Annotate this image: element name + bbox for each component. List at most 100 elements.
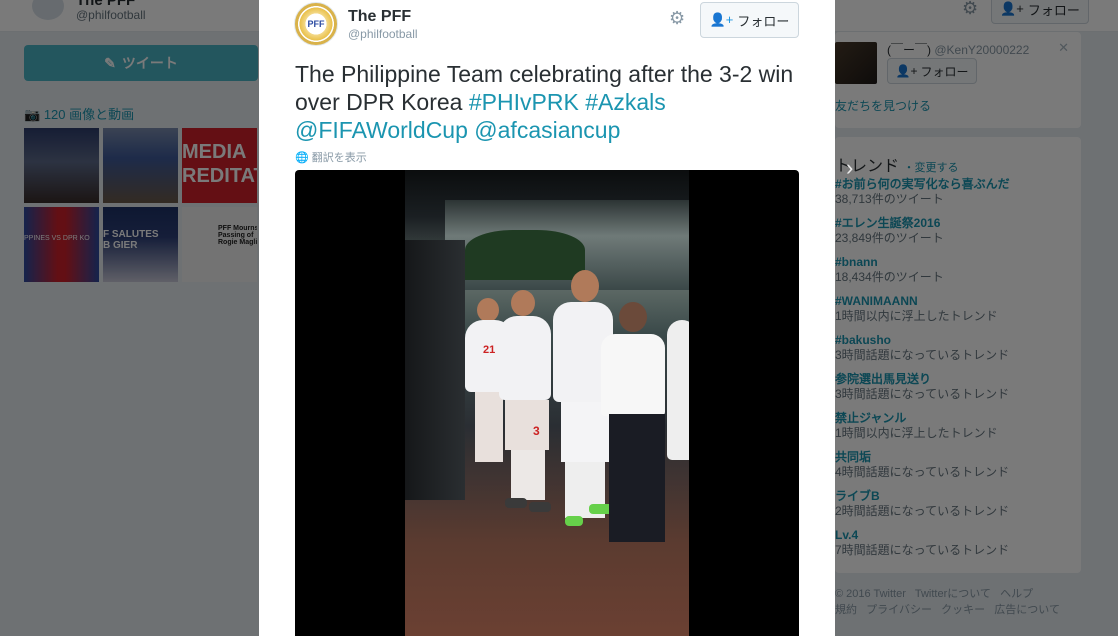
gear-icon[interactable]: ⚙	[962, 0, 978, 19]
profile-follow-button[interactable]: 👤+ フォロー	[991, 0, 1089, 24]
media-thumbnail[interactable]: F SALUTES B GIER	[103, 207, 178, 282]
media-thumbnail[interactable]	[103, 128, 178, 203]
trend-name: 参院選出馬見送り	[835, 372, 932, 386]
follow-button[interactable]: 👤+ フォロー	[700, 2, 799, 38]
trend-name: #お前ら何の実写化なら喜ぶんだ	[835, 177, 1010, 191]
video-player[interactable]: 21 3	[295, 170, 799, 636]
trend-item[interactable]: #bakusho 3時間話題になっているトレンド	[835, 333, 1009, 363]
trend-count: 38,713件のツイート	[835, 192, 944, 206]
trend-item[interactable]: ライブB 2時間話題になっているトレンド	[835, 489, 1009, 519]
close-icon[interactable]: ✕	[1058, 40, 1069, 56]
staff-member	[601, 334, 665, 416]
player	[499, 316, 551, 400]
player	[667, 320, 689, 460]
follow-label: フォロー	[737, 13, 790, 29]
trends-change-link[interactable]: ・変更する	[903, 162, 958, 174]
trend-count: 1時間以内に浮上したトレンド	[835, 309, 998, 323]
translate-link[interactable]: 🌐 翻訳を表示	[295, 149, 367, 165]
media-thumbnail[interactable]: PPINES VS DPR KO	[24, 207, 99, 282]
compose-icon: ✎	[104, 54, 116, 71]
trends-card: トレンド ・変更する #お前ら何の実写化なら喜ぶんだ 38,713件のツイート #エ…	[835, 137, 1081, 573]
shoe	[529, 502, 551, 512]
person-plus-icon: 👤+	[1000, 1, 1024, 16]
suggested-user-handle: @KenY20000222	[934, 43, 1030, 57]
suggested-user-follow-button[interactable]: 👤+ フォロー	[887, 58, 977, 84]
trend-item[interactable]: #お前ら何の実写化なら喜ぶんだ 38,713件のツイート	[835, 177, 1010, 207]
shoe	[505, 498, 527, 508]
mention-link[interactable]: @afcasiancup	[474, 117, 620, 143]
trend-item[interactable]: 禁止ジャンル 1時間以内に浮上したトレンド	[835, 411, 998, 441]
author-handle[interactable]: @philfootball	[348, 27, 418, 41]
trend-name: 禁止ジャンル	[835, 411, 907, 425]
trend-item[interactable]: 参院選出馬見送り 3時間話題になっているトレンド	[835, 372, 1009, 402]
person-plus-icon: 👤+	[895, 64, 918, 78]
media-count-link[interactable]: 📷 120 画像と動画	[24, 104, 134, 123]
gear-icon[interactable]: ⚙	[669, 8, 685, 29]
trend-item[interactable]: #WANIMAANN 1時間以内に浮上したトレンド	[835, 294, 998, 324]
suggested-user-avatar[interactable]	[835, 42, 877, 84]
avatar-logo-text: PFF	[307, 19, 325, 29]
tweet-button[interactable]: ✎ ツイート	[24, 45, 258, 81]
camera-icon: 📷	[24, 107, 41, 122]
person-plus-icon: 👤+	[709, 12, 734, 27]
team-bench	[405, 240, 465, 500]
find-friends-link[interactable]: 友だちを見つける	[835, 97, 931, 114]
trend-name: #WANIMAANN	[835, 294, 918, 308]
thumbnail-text: PPINES VS DPR KO	[24, 235, 90, 242]
trend-count: 4時間話題になっているトレンド	[835, 465, 1010, 479]
globe-icon: 🌐	[295, 151, 309, 164]
trends-heading: トレンド	[835, 158, 900, 175]
player-shorts: 3	[505, 400, 549, 450]
trend-count: 3時間話題になっているトレンド	[835, 348, 1010, 362]
thumbnail-text: MEDIA REDITAT	[182, 141, 257, 187]
author-avatar[interactable]: PFF	[294, 2, 338, 46]
trend-count: 18,434件のツイート	[835, 270, 944, 284]
trend-item[interactable]: #bnann 18,434件のツイート	[835, 255, 944, 285]
jersey-number: 21	[483, 344, 496, 356]
tweet-text: The Philippine Team celebrating after th…	[295, 60, 805, 144]
profile-avatar[interactable]	[30, 0, 66, 22]
tweet-button-label: ツイート	[121, 55, 178, 71]
player-head	[571, 270, 599, 302]
media-count-label: 120 画像と動画	[43, 107, 135, 122]
trend-name: Lv.4	[835, 528, 859, 542]
who-to-follow-card: (￣ー￣) @KenY20000222 ✕ 👤+ フォロー 友だちを見つける	[835, 32, 1081, 128]
chevron-right-icon[interactable]: ›	[846, 155, 853, 181]
media-thumbnail[interactable]: MEDIA REDITAT	[182, 128, 257, 203]
player-legs	[511, 450, 545, 500]
trend-name: ライブB	[835, 489, 880, 503]
player-head	[511, 290, 535, 316]
trend-count: 1時間以内に浮上したトレンド	[835, 426, 998, 440]
trend-count: 3時間話題になっているトレンド	[835, 387, 1010, 401]
suggested-user-display-name: (￣ー￣)	[887, 43, 931, 57]
translate-label: 翻訳を表示	[311, 152, 367, 164]
trend-item[interactable]: Lv.4 7時間話題になっているトレンド	[835, 528, 1009, 558]
follow-label: フォロー	[1027, 2, 1080, 18]
thumbnail-text: F SALUTES B GIER	[103, 229, 159, 251]
thumbnail-text: PFF Mourns Passing of Rogie Maglina	[218, 225, 257, 246]
tweet-modal: PFF The PFF @philfootball ⚙ 👤+ フォロー The P…	[259, 0, 835, 636]
suggested-user-name[interactable]: (￣ー￣) @KenY20000222	[887, 41, 1029, 58]
author-name[interactable]: The PFF	[348, 8, 411, 26]
trend-name: #bnann	[835, 255, 878, 269]
media-thumbnail[interactable]: PFF Mourns Passing of Rogie Maglina	[182, 207, 257, 282]
video-frame[interactable]: 21 3	[405, 170, 689, 636]
profile-handle: @philfootball	[76, 8, 146, 22]
trend-name: 共同垢	[835, 450, 872, 464]
trends-title: トレンド ・変更する	[835, 152, 958, 176]
person-head	[619, 302, 647, 332]
trend-count: 23,849件のツイート	[835, 231, 944, 245]
trend-item[interactable]: #エレン生誕祭2016 23,849件のツイート	[835, 216, 944, 246]
trend-item[interactable]: 共同垢 4時間話題になっているトレンド	[835, 450, 1009, 480]
trend-name: #エレン生誕祭2016	[835, 216, 941, 230]
shoe	[565, 516, 583, 526]
media-thumbnail[interactable]	[24, 128, 99, 203]
hashtag-link[interactable]: #Azkals	[585, 89, 666, 115]
trend-count: 7時間話題になっているトレンド	[835, 543, 1010, 557]
footer-links[interactable]: © 2016 Twitter Twitterについて ヘルプ 規約 プライバシー…	[835, 586, 1075, 618]
follow-label: フォロー	[920, 64, 969, 79]
trees	[465, 230, 585, 280]
mention-link[interactable]: @FIFAWorldCup	[295, 117, 468, 143]
hashtag-link[interactable]: #PHIvPRK	[469, 89, 579, 115]
jersey-number: 3	[533, 424, 540, 438]
